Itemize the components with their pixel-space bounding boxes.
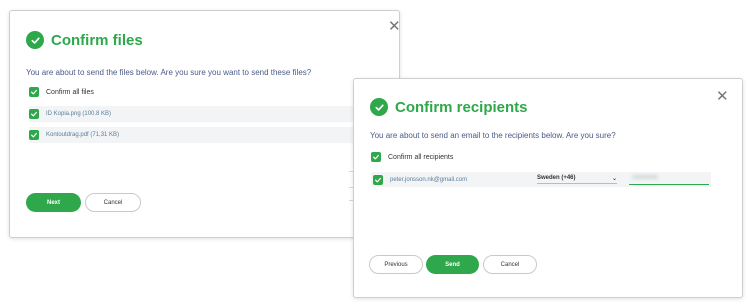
check-circle-icon (370, 98, 388, 116)
confirm-all-files-label: Confirm all files (46, 88, 94, 96)
phone-number-input[interactable]: 70000000 (629, 174, 709, 185)
next-button[interactable]: Next (26, 193, 81, 212)
confirm-files-dialog: ✕ Confirm files You are about to send th… (9, 10, 401, 238)
confirm-all-files-checkbox[interactable]: Confirm all files (29, 87, 94, 97)
checkbox-checked-icon[interactable] (29, 130, 39, 140)
file-name: Kontoutdrag.pdf (71,31 KB) (46, 132, 120, 138)
close-icon[interactable]: ✕ (388, 19, 401, 34)
previous-button[interactable]: Previous (369, 255, 423, 274)
country-code-value: Sweden (+46) (537, 175, 576, 181)
file-item[interactable]: Kontoutdrag.pdf (71,31 KB) (29, 127, 399, 143)
checkbox-checked-icon[interactable] (29, 87, 39, 97)
cancel-button[interactable]: Cancel (483, 255, 537, 274)
checkbox-checked-icon[interactable] (29, 109, 39, 119)
dialog-prompt: You are about to send an email to the re… (370, 131, 616, 140)
recipient-row: peter.jonsson.nk@gmail.com Sweden (+46) … (371, 172, 711, 187)
confirm-recipients-dialog: ✕ Confirm recipients You are about to se… (353, 78, 743, 298)
phone-number-value: 70000000 (631, 175, 658, 181)
send-button[interactable]: Send (426, 255, 479, 274)
dialog-title: Confirm recipients (395, 98, 528, 116)
chevron-down-icon: ⌄ (611, 176, 617, 182)
dialog-title: Confirm files (51, 31, 143, 49)
checkbox-checked-icon[interactable] (371, 152, 381, 162)
confirm-all-recipients-label: Confirm all recipients (388, 153, 454, 161)
close-icon[interactable]: ✕ (716, 89, 729, 104)
confirm-all-recipients-checkbox[interactable]: Confirm all recipients (371, 152, 453, 162)
country-code-select[interactable]: Sweden (+46) ⌄ (537, 175, 617, 184)
recipient-email: peter.jonsson.nk@gmail.com (390, 176, 468, 183)
check-circle-icon (26, 31, 44, 49)
file-name: ID Kopia.png (100.8 KB) (46, 111, 112, 117)
dialog-title-row: Confirm files (26, 31, 143, 49)
checkbox-checked-icon[interactable] (373, 174, 383, 185)
dialog-prompt: You are about to send the files below. A… (26, 68, 312, 77)
cancel-button[interactable]: Cancel (85, 193, 141, 212)
dialog-title-row: Confirm recipients (370, 98, 528, 116)
file-item[interactable]: ID Kopia.png (100.8 KB) (29, 106, 399, 122)
